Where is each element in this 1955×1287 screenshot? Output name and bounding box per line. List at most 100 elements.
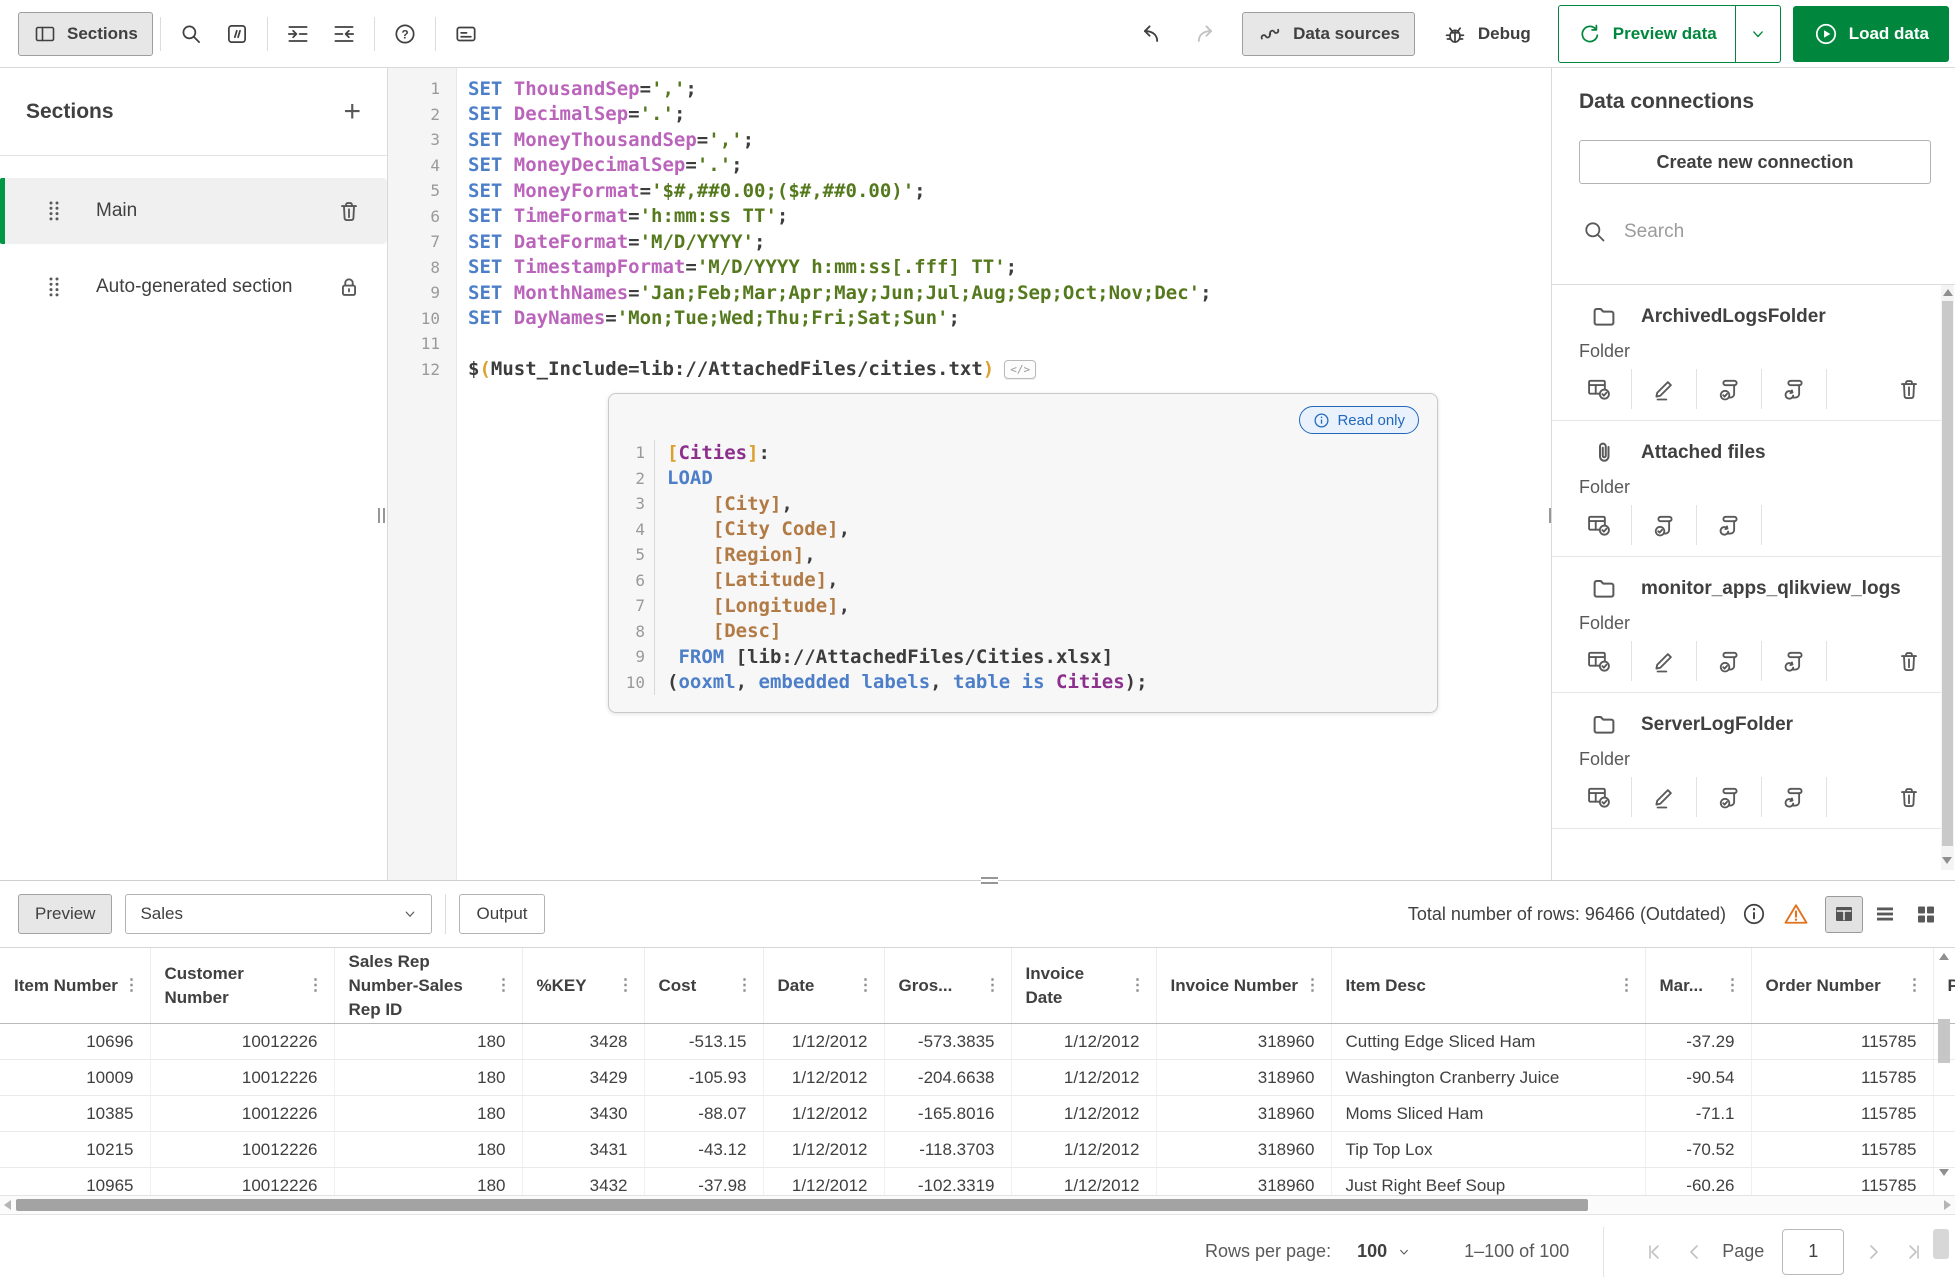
connection-action-delete[interactable] — [1889, 375, 1929, 403]
code-line-text[interactable]: SET MoneyDecimalSep='.'; — [456, 154, 743, 176]
column-menu-icon[interactable]: ⋮ — [1903, 974, 1927, 998]
drag-handle-icon[interactable] — [42, 275, 66, 299]
table-hscrollbar[interactable] — [0, 1195, 1955, 1215]
column-header[interactable]: Gros... ⋮ — [883, 948, 1011, 1024]
column-header[interactable]: Item Desc ⋮ — [1330, 948, 1645, 1024]
rows-per-page-select[interactable]: 100 — [1357, 1241, 1412, 1262]
preview-tab-button[interactable]: Preview — [18, 894, 113, 934]
code-line-text[interactable]: [Region], — [655, 544, 816, 566]
table-select[interactable]: Sales — [125, 894, 433, 934]
connection-action-delete[interactable] — [1889, 783, 1929, 811]
code-line-text[interactable]: [Desc] — [655, 620, 782, 642]
sidebar-item-main[interactable]: Main — [0, 178, 387, 244]
code-line-text[interactable]: SET TimestampFormat='M/D/YYYY h:mm:ss[.f… — [456, 256, 1017, 278]
connection-action-edit[interactable] — [1644, 375, 1684, 403]
code-line-text[interactable]: [City], — [655, 493, 793, 515]
redo-button[interactable] — [1184, 12, 1230, 56]
column-header[interactable]: Mar... ⋮ — [1644, 948, 1751, 1024]
info-icon[interactable] — [1741, 901, 1767, 927]
left-panel-resize-handle[interactable] — [378, 508, 385, 523]
connection-action-select-data[interactable] — [1579, 375, 1619, 403]
lock-icon[interactable] — [335, 273, 363, 301]
list-view-button[interactable] — [1866, 896, 1904, 933]
connection-action-load-script[interactable] — [1709, 647, 1749, 675]
next-page-button[interactable] — [1858, 1237, 1888, 1267]
column-header[interactable]: Cost ⋮ — [643, 948, 763, 1024]
column-menu-icon[interactable]: ⋮ — [854, 974, 878, 998]
connection-action-select-data[interactable] — [1579, 511, 1619, 539]
scroll-right-arrow[interactable] — [1944, 1200, 1951, 1210]
page-number-input[interactable]: 1 — [1782, 1228, 1845, 1275]
column-header[interactable]: Invoice Date ⋮ — [1010, 948, 1156, 1024]
column-menu-icon[interactable]: ⋮ — [1721, 974, 1745, 998]
connection-item-serverlogfolder[interactable]: ServerLogFolder Folder — [1552, 693, 1941, 829]
connection-action-select-data[interactable] — [1579, 783, 1619, 811]
sections-toggle-button[interactable]: Sections — [18, 11, 153, 56]
warning-icon[interactable] — [1782, 900, 1810, 928]
connection-item-monitor-apps-qlikview-logs[interactable]: monitor_apps_qlikview_logs Folder — [1552, 557, 1941, 693]
connection-action-reload-script[interactable] — [1774, 375, 1814, 403]
connection-action-load-script[interactable] — [1709, 375, 1749, 403]
first-page-button[interactable] — [1642, 1237, 1672, 1267]
column-menu-icon[interactable]: ⋮ — [1126, 974, 1150, 998]
scrollbar-thumb[interactable] — [1942, 301, 1953, 846]
column-menu-icon[interactable]: ⋮ — [304, 974, 328, 998]
preview-data-button[interactable]: Preview data — [1559, 6, 1735, 62]
debug-button[interactable]: Debug — [1427, 12, 1546, 56]
previous-page-button[interactable] — [1680, 1237, 1710, 1267]
code-line-text[interactable]: (ooxml, embedded labels, table is Cities… — [655, 671, 1148, 693]
column-menu-icon[interactable]: ⋮ — [733, 974, 757, 998]
connection-action-reload-script[interactable] — [1774, 647, 1814, 675]
connection-action-load-script[interactable] — [1644, 511, 1684, 539]
code-line-text[interactable]: [Cities]: — [655, 442, 770, 464]
connections-search[interactable]: Search — [1581, 218, 1684, 245]
column-menu-icon[interactable]: ⋮ — [981, 974, 1005, 998]
indent-button[interactable] — [275, 12, 321, 56]
code-line-text[interactable]: SET MoneyFormat='$#,##0.00;($#,##0.00)'; — [456, 180, 926, 202]
trash-icon[interactable] — [335, 197, 363, 225]
grid-view-button[interactable] — [1907, 896, 1945, 933]
column-menu-icon[interactable]: ⋮ — [614, 974, 638, 998]
connection-action-reload-script[interactable] — [1709, 511, 1749, 539]
connection-action-edit[interactable] — [1644, 783, 1684, 811]
column-header[interactable]: Customer Number ⋮ — [149, 948, 334, 1024]
scroll-up-arrow[interactable] — [1942, 289, 1953, 296]
add-section-button[interactable]: + — [343, 96, 361, 127]
code-line-text[interactable]: FROM [lib://AttachedFiles/Cities.xlsx] — [655, 646, 1113, 668]
data-sources-button[interactable]: Data sources — [1242, 11, 1415, 56]
column-header[interactable]: Item Number ⋮ — [0, 948, 150, 1024]
connection-action-delete[interactable] — [1889, 647, 1929, 675]
annotation-button[interactable] — [443, 12, 489, 56]
column-header[interactable]: Order Number ⋮ — [1750, 948, 1933, 1024]
connection-action-load-script[interactable] — [1709, 783, 1749, 811]
create-new-connection-button[interactable]: Create new connection — [1579, 140, 1931, 184]
code-line-text[interactable]: [Longitude], — [655, 595, 850, 617]
code-line-text[interactable]: SET DateFormat='M/D/YYYY'; — [456, 231, 765, 253]
column-menu-icon[interactable]: ⋮ — [492, 974, 516, 998]
column-header[interactable]: %KEY ⋮ — [521, 948, 644, 1024]
code-line-text[interactable]: [City Code], — [655, 518, 850, 540]
column-menu-icon[interactable]: ⋮ — [120, 974, 144, 998]
code-line-text[interactable]: SET TimeFormat='h:mm:ss TT'; — [456, 205, 788, 227]
sidebar-item-auto-generated-section[interactable]: Auto-generated section — [0, 254, 387, 320]
code-line-text[interactable]: LOAD — [655, 467, 713, 489]
table-scroll-up-arrow[interactable] — [1939, 953, 1949, 960]
preview-data-dropdown-button[interactable] — [1734, 5, 1780, 62]
column-menu-icon[interactable]: ⋮ — [1615, 974, 1639, 998]
connection-action-select-data[interactable] — [1579, 647, 1619, 675]
table-view-button[interactable] — [1825, 895, 1863, 933]
outdent-button[interactable] — [321, 12, 367, 56]
table-vscrollbar-thumb[interactable] — [1938, 1019, 1950, 1063]
column-menu-icon[interactable]: ⋮ — [1301, 974, 1325, 998]
code-line-text[interactable]: SET MonthNames='Jan;Feb;Mar;Apr;May;Jun;… — [456, 282, 1212, 304]
column-header[interactable]: Sales Rep Number-Sales Rep ID ⋮ — [333, 948, 522, 1024]
expand-include-button[interactable]: </> — [1004, 360, 1037, 380]
column-header[interactable]: Date ⋮ — [762, 948, 884, 1024]
hscrollbar-thumb[interactable] — [16, 1199, 1588, 1211]
search-button[interactable] — [168, 12, 214, 56]
column-header[interactable]: Invoice Number ⋮ — [1155, 948, 1331, 1024]
connection-action-edit[interactable] — [1644, 647, 1684, 675]
code-line-text[interactable]: SET DayNames='Mon;Tue;Wed;Thu;Fri;Sat;Su… — [456, 307, 960, 329]
scroll-down-arrow[interactable] — [1942, 857, 1952, 864]
connection-item-attached-files[interactable]: Attached files Folder — [1552, 421, 1941, 557]
